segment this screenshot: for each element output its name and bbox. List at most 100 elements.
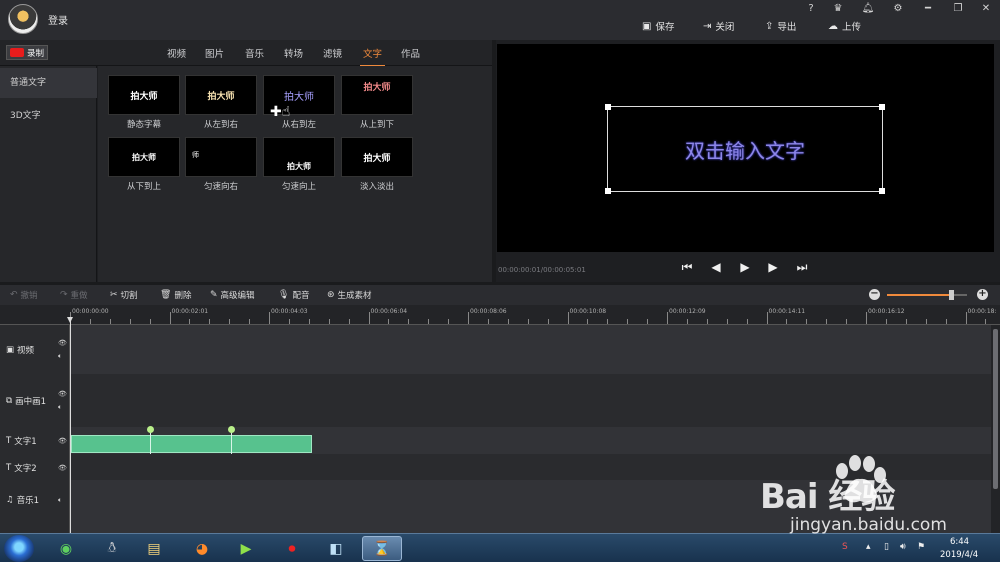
- app-window: 登录 ? ♛ 🔔︎ ⚙ ━ ❐ ✕ ▣ 保存 ⇥ 关闭 ⇪ 导出 ☁ 上传 录制…: [0, 0, 1000, 562]
- tray-device-icon[interactable]: ▯: [884, 542, 889, 552]
- eye-icon[interactable]: 👁︎: [58, 435, 67, 447]
- effect-right-to-left[interactable]: 拍大师 从右到左: [263, 75, 335, 130]
- step-back-icon[interactable]: ◀︎: [707, 258, 725, 276]
- timeline-scrollbar[interactable]: [991, 325, 1000, 533]
- dub-button[interactable]: 🎙︎ 配音: [278, 288, 309, 302]
- zoom-slider[interactable]: [887, 290, 967, 300]
- clip-keyframe[interactable]: [228, 426, 235, 454]
- zoom-slider-handle[interactable]: [949, 290, 954, 300]
- effect-static-subtitle[interactable]: 拍大师 静态字幕: [108, 75, 180, 130]
- clock-time[interactable]: 6:44: [950, 537, 969, 547]
- start-button[interactable]: [4, 535, 34, 562]
- tab-works[interactable]: 作品: [401, 46, 420, 60]
- effect-preview: 拍大师: [185, 75, 257, 115]
- record-button[interactable]: 录制: [6, 45, 48, 60]
- category-tabs: 录制 视频 图片 音乐 转场 滤镜 文字 作品: [0, 40, 492, 67]
- effect-caption: 匀速向右: [203, 182, 238, 192]
- effect-top-to-bottom[interactable]: 拍大师 从上到下: [341, 75, 413, 130]
- close-window-icon[interactable]: ✕: [978, 2, 994, 16]
- speaker-icon[interactable]: 🔈︎: [58, 494, 62, 506]
- help-icon[interactable]: ?: [803, 2, 819, 16]
- upload-button[interactable]: ☁ 上传: [828, 19, 861, 34]
- 360-browser-icon[interactable]: ◉: [46, 536, 86, 561]
- effect-uniform-right[interactable]: 师 匀速向右: [185, 137, 257, 192]
- effect-uniform-up[interactable]: 拍大师 匀速向上: [263, 137, 335, 192]
- effect-fade-in-out[interactable]: 拍大师 淡入淡出: [341, 137, 413, 192]
- tray-arrow-icon[interactable]: ▴: [866, 542, 871, 552]
- tab-music[interactable]: 音乐: [245, 46, 264, 60]
- clip-keyframe[interactable]: [147, 426, 154, 454]
- ruler-tick: [189, 319, 191, 324]
- tab-filter[interactable]: 滤镜: [323, 46, 342, 60]
- generate-material-button[interactable]: ⊛ 生成素材: [327, 288, 372, 302]
- minimize-icon[interactable]: ━: [920, 2, 936, 16]
- tab-image[interactable]: 图片: [205, 46, 224, 60]
- vip-icon[interactable]: ♛: [830, 2, 846, 16]
- ruler-tick: [905, 319, 907, 324]
- edit-toolbar: ↶ 撤销 ↷ 重做 ✂ 切割 🗑︎ 删除 ✎ 高级编辑 🎙︎ 配音 ⊛ 生成素材…: [0, 285, 1000, 305]
- tab-transition[interactable]: 转场: [284, 46, 303, 60]
- volume-icon[interactable]: 🔊︎: [900, 542, 906, 552]
- clock-date[interactable]: 2019/4/4: [940, 550, 978, 560]
- ruler-tick: [846, 319, 848, 324]
- lane-text2[interactable]: [71, 454, 991, 480]
- ruler-tick: [129, 319, 131, 324]
- input-method-icon[interactable]: S: [842, 542, 848, 552]
- playhead[interactable]: [67, 317, 73, 533]
- resize-handle[interactable]: [879, 104, 885, 110]
- redo-button[interactable]: ↷ 重做: [60, 288, 88, 302]
- save-button[interactable]: ▣ 保存: [642, 19, 674, 34]
- resize-handle[interactable]: [879, 188, 885, 194]
- text-clip[interactable]: [71, 426, 312, 454]
- time-ruler[interactable]: 00:00:00:00 00:00:02:01 00:00:04:03 00:00:0…: [70, 305, 1000, 325]
- ruler-tick: [487, 319, 489, 324]
- lane-video[interactable]: [71, 325, 991, 374]
- restore-icon[interactable]: ❐: [950, 2, 966, 16]
- lane-music[interactable]: [71, 480, 991, 533]
- eye-icon[interactable]: 👁︎: [58, 337, 67, 349]
- bell-icon[interactable]: 🔔︎: [860, 2, 876, 16]
- ruler-tick: [965, 312, 967, 324]
- paidashi-taskbar-icon[interactable]: ⌛: [362, 536, 402, 561]
- effect-bottom-to-top[interactable]: 拍大师 从下到上: [108, 137, 180, 192]
- resize-handle[interactable]: [605, 104, 611, 110]
- file-explorer-icon[interactable]: ▤: [134, 536, 174, 561]
- speaker-icon[interactable]: 🔈︎: [58, 401, 62, 413]
- text-overlay-box[interactable]: 双击输入文字: [605, 104, 885, 194]
- ruler-label: 00:00:00:00: [72, 308, 109, 315]
- film-reel-icon: ⊛: [327, 290, 335, 300]
- undo-button[interactable]: ↶ 撤销: [10, 288, 38, 302]
- zoom-out-button[interactable]: −: [869, 289, 880, 300]
- play-icon[interactable]: ▶: [736, 258, 754, 276]
- ruler-tick: [866, 312, 867, 324]
- cut-button[interactable]: ✂ 切割: [110, 288, 138, 302]
- skip-end-icon[interactable]: ⏭: [793, 258, 811, 276]
- login-link[interactable]: 登录: [48, 12, 68, 27]
- media-app-icon[interactable]: ▶: [226, 536, 266, 561]
- export-button[interactable]: ⇪ 导出: [765, 19, 796, 34]
- tab-video[interactable]: 视频: [167, 46, 186, 60]
- scrollbar-thumb[interactable]: [993, 329, 998, 489]
- effect-left-to-right[interactable]: 拍大师 从左到右: [185, 75, 257, 130]
- advanced-edit-button[interactable]: ✎ 高级编辑: [210, 288, 255, 302]
- tab-text[interactable]: 文字: [359, 46, 386, 67]
- video-preview[interactable]: 双击输入文字: [497, 44, 994, 252]
- firefox-icon[interactable]: ◕: [182, 536, 222, 561]
- delete-button[interactable]: 🗑︎ 删除: [160, 288, 191, 302]
- lane-pip[interactable]: [71, 374, 991, 427]
- step-forward-icon[interactable]: ▶︎: [764, 258, 782, 276]
- gear-icon[interactable]: ⚙: [890, 2, 906, 16]
- close-project-button[interactable]: ⇥ 关闭: [703, 19, 734, 34]
- app-window-icon[interactable]: ◧: [316, 536, 356, 561]
- sidebar-item-normal-text[interactable]: 普通文字: [0, 68, 97, 98]
- sidebar-item-3d-text[interactable]: 3D文字: [0, 101, 97, 131]
- resize-handle[interactable]: [605, 188, 611, 194]
- eye-icon[interactable]: 👁︎: [58, 462, 67, 474]
- skip-start-icon[interactable]: ⏮: [678, 258, 696, 276]
- eye-icon[interactable]: 👁︎: [58, 388, 67, 400]
- recorder-icon[interactable]: ⏺: [272, 536, 312, 561]
- speaker-icon[interactable]: 🔈︎: [58, 350, 62, 362]
- zoom-in-button[interactable]: +: [977, 289, 988, 300]
- tray-flag-icon[interactable]: ⚑: [917, 542, 925, 552]
- qq-icon[interactable]: 🐧︎: [92, 536, 132, 561]
